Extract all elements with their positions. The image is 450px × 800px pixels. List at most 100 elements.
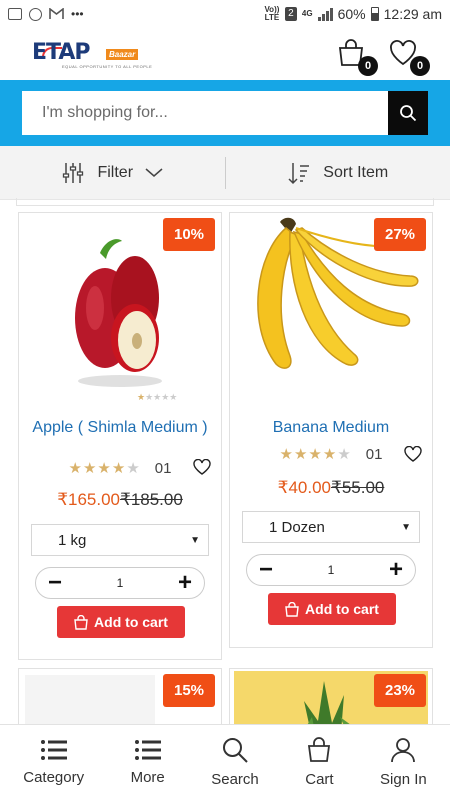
add-to-cart-label: Add to cart: [94, 614, 168, 630]
sort-label: Sort Item: [323, 163, 389, 181]
minus-button[interactable]: −: [48, 571, 62, 595]
rating-row: ★★★★★ 01: [230, 445, 432, 464]
product-card-apple[interactable]: ★★★★★ 10% Apple ( Shimla Medium ) ★★★★★ …: [18, 212, 222, 660]
nav-search-label: Search: [211, 771, 259, 788]
discount-badge: 15%: [163, 674, 215, 707]
product-card[interactable]: 15%: [18, 668, 222, 724]
plus-button[interactable]: +: [389, 558, 403, 582]
nav-more-label: More: [130, 769, 165, 786]
original-price: ₹185.00: [120, 490, 183, 509]
more-dots-icon: •••: [71, 7, 84, 21]
rating-row: ★★★★★ 01: [19, 459, 221, 478]
status-bar: ••• Vo)) LTE 2 4G 60% 12:29 am: [0, 0, 450, 28]
gmail-icon: [49, 8, 64, 19]
product-name[interactable]: Apple ( Shimla Medium ): [27, 419, 213, 437]
rating-count: 01: [154, 459, 172, 477]
nav-sign-in-label: Sign In: [380, 771, 427, 788]
current-price: ₹165.00: [57, 490, 120, 509]
wishlist-header-button[interactable]: 0: [388, 38, 430, 76]
search-icon: [400, 105, 417, 122]
caret-down-icon: ▼: [190, 534, 200, 546]
nav-cart[interactable]: Cart: [305, 737, 334, 788]
list-icon: [134, 740, 161, 760]
wishlist-heart-icon[interactable]: [404, 446, 422, 462]
bag-icon: [285, 601, 299, 617]
search-box: [22, 91, 428, 135]
bag-icon: [308, 737, 331, 762]
logo-tagline: EQUAL OPPORTUNITY TO ALL PEOPLE: [62, 64, 153, 69]
search-input[interactable]: [22, 91, 388, 135]
apple-image: [75, 239, 162, 387]
nav-sign-in[interactable]: Sign In: [380, 737, 427, 788]
brand-logo[interactable]: ETAP Baazar EQUAL OPPORTUNITY TO ALL PEO…: [32, 39, 152, 69]
unit-select[interactable]: 1 kg ▼: [31, 524, 209, 556]
add-to-cart-label: Add to cart: [305, 601, 379, 617]
wishlist-count-badge: 0: [410, 56, 430, 76]
unit-select[interactable]: 1 Dozen ▼: [242, 511, 420, 543]
logo-text: ETAP: [32, 40, 90, 65]
discount-badge: 10%: [163, 218, 215, 251]
battery-percent: 60%: [337, 6, 366, 22]
product-card[interactable]: 23%: [229, 668, 433, 724]
nav-more[interactable]: More: [131, 739, 165, 786]
bag-icon: [74, 614, 88, 630]
bottom-nav: Category More Search Cart Sign In: [0, 724, 450, 800]
star-rating: ★★★★★: [279, 446, 352, 463]
current-price: ₹40.00: [277, 478, 331, 497]
add-to-cart-button[interactable]: Add to cart: [268, 593, 396, 625]
search-button[interactable]: [388, 91, 428, 135]
previous-row-edge: [16, 198, 434, 206]
product-grid: ★★★★★ 10% Apple ( Shimla Medium ) ★★★★★ …: [0, 198, 450, 724]
quantity-stepper: − 1 +: [246, 554, 416, 586]
app-screen: ••• Vo)) LTE 2 4G 60% 12:29 am ETAP Baaz…: [0, 0, 450, 800]
chevron-down-icon: [145, 167, 163, 177]
nav-cart-label: Cart: [305, 771, 334, 788]
product-card-banana[interactable]: 27% Banana Medium ★★★★★ 01 ₹40.00₹55.00 …: [229, 212, 433, 648]
sim-indicator: 2: [284, 7, 297, 21]
sliders-icon: [63, 162, 84, 183]
price-row: ₹40.00₹55.00: [230, 478, 432, 498]
filter-button[interactable]: Filter: [0, 146, 225, 199]
minus-button[interactable]: −: [259, 558, 273, 582]
caret-down-icon: ▼: [401, 521, 411, 533]
search-band: [0, 80, 450, 146]
product-image[interactable]: [25, 675, 155, 724]
user-icon: [391, 738, 416, 763]
battery-icon: [370, 7, 379, 21]
filter-label: Filter: [97, 163, 134, 181]
nav-category[interactable]: Category: [23, 739, 84, 786]
network-type: 4G: [301, 9, 313, 18]
product-name[interactable]: Banana Medium: [238, 419, 424, 437]
quantity-stepper: − 1 +: [35, 567, 205, 599]
image-rating-stars: ★★★★★: [137, 392, 178, 402]
search-icon: [223, 738, 248, 763]
sort-button[interactable]: Sort Item: [226, 146, 450, 199]
nav-search[interactable]: Search: [211, 737, 259, 788]
whatsapp-icon: [29, 7, 42, 21]
app-header: ETAP Baazar EQUAL OPPORTUNITY TO ALL PEO…: [0, 28, 450, 80]
cart-header-button[interactable]: 0: [336, 38, 378, 76]
volte-indicator: Vo)) LTE: [264, 5, 280, 22]
nav-category-label: Category: [23, 769, 85, 786]
discount-badge: 23%: [374, 674, 426, 707]
star-rating: ★★★★★: [68, 460, 141, 477]
logo-badge: Baazar: [106, 49, 139, 60]
price-row: ₹165.00₹185.00: [19, 490, 221, 510]
discount-badge: 27%: [374, 218, 426, 251]
gallery-icon: [8, 8, 22, 20]
wishlist-heart-icon[interactable]: [193, 459, 211, 475]
filter-sort-bar: Filter Sort Item: [0, 146, 450, 200]
list-icon: [40, 740, 67, 760]
quantity-value[interactable]: 1: [328, 563, 335, 577]
add-to-cart-button[interactable]: Add to cart: [57, 606, 185, 638]
plus-button[interactable]: +: [178, 571, 192, 595]
cart-count-badge: 0: [358, 56, 378, 76]
clock: 12:29 am: [383, 6, 442, 22]
sort-icon: [288, 162, 310, 184]
signal-icon: [317, 7, 333, 21]
unit-select-value: 1 Dozen: [269, 518, 325, 536]
quantity-value[interactable]: 1: [117, 576, 124, 590]
rating-count: 01: [365, 445, 383, 463]
unit-select-value: 1 kg: [58, 531, 87, 549]
original-price: ₹55.00: [331, 478, 385, 497]
